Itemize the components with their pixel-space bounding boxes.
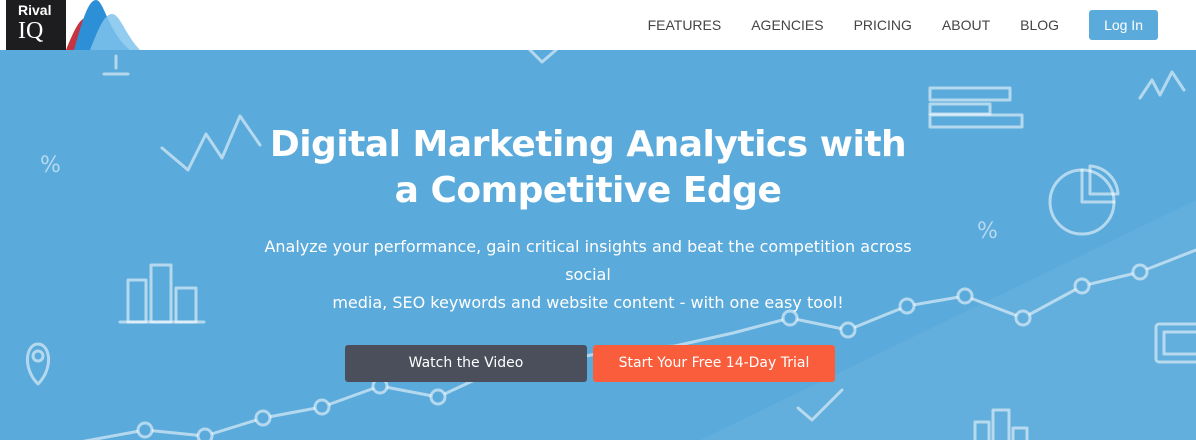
main-menu: FEATURES AGENCIES PRICING ABOUT BLOG Log… [648, 0, 1196, 50]
hero-section: Digital Marketing Analytics with a Compe… [0, 50, 1196, 440]
logo-box: Rival IQ [6, 0, 66, 50]
hero-subtitle-line-2: media, SEO keywords and website content … [332, 293, 844, 312]
logo-curve-icon [66, 0, 140, 50]
nav-features[interactable]: FEATURES [648, 17, 722, 33]
nav-pricing[interactable]: PRICING [854, 17, 912, 33]
login-button[interactable]: Log In [1089, 10, 1158, 40]
rival-iq-logo[interactable]: Rival IQ [0, 0, 140, 50]
nav-about[interactable]: ABOUT [942, 17, 990, 33]
nav-agencies[interactable]: AGENCIES [751, 17, 823, 33]
free-trial-button[interactable]: Start Your Free 14-Day Trial [593, 345, 835, 382]
nav-blog[interactable]: BLOG [1020, 17, 1059, 33]
hero-subtitle-line-1: Analyze your performance, gain critical … [264, 237, 912, 284]
hero-title: Digital Marketing Analytics with a Compe… [248, 122, 928, 214]
logo-text-rival: Rival [18, 2, 52, 18]
hero-subtitle: Analyze your performance, gain critical … [248, 233, 928, 317]
hero-title-line-2: a Competitive Edge [394, 170, 782, 211]
hero-title-line-1: Digital Marketing Analytics with [269, 124, 907, 165]
watch-video-button[interactable]: Watch the Video [345, 345, 587, 382]
top-nav: Rival IQ FEATURES AGENCIES PRICING ABOUT… [0, 0, 1196, 50]
logo-text-iq: IQ [18, 18, 44, 44]
